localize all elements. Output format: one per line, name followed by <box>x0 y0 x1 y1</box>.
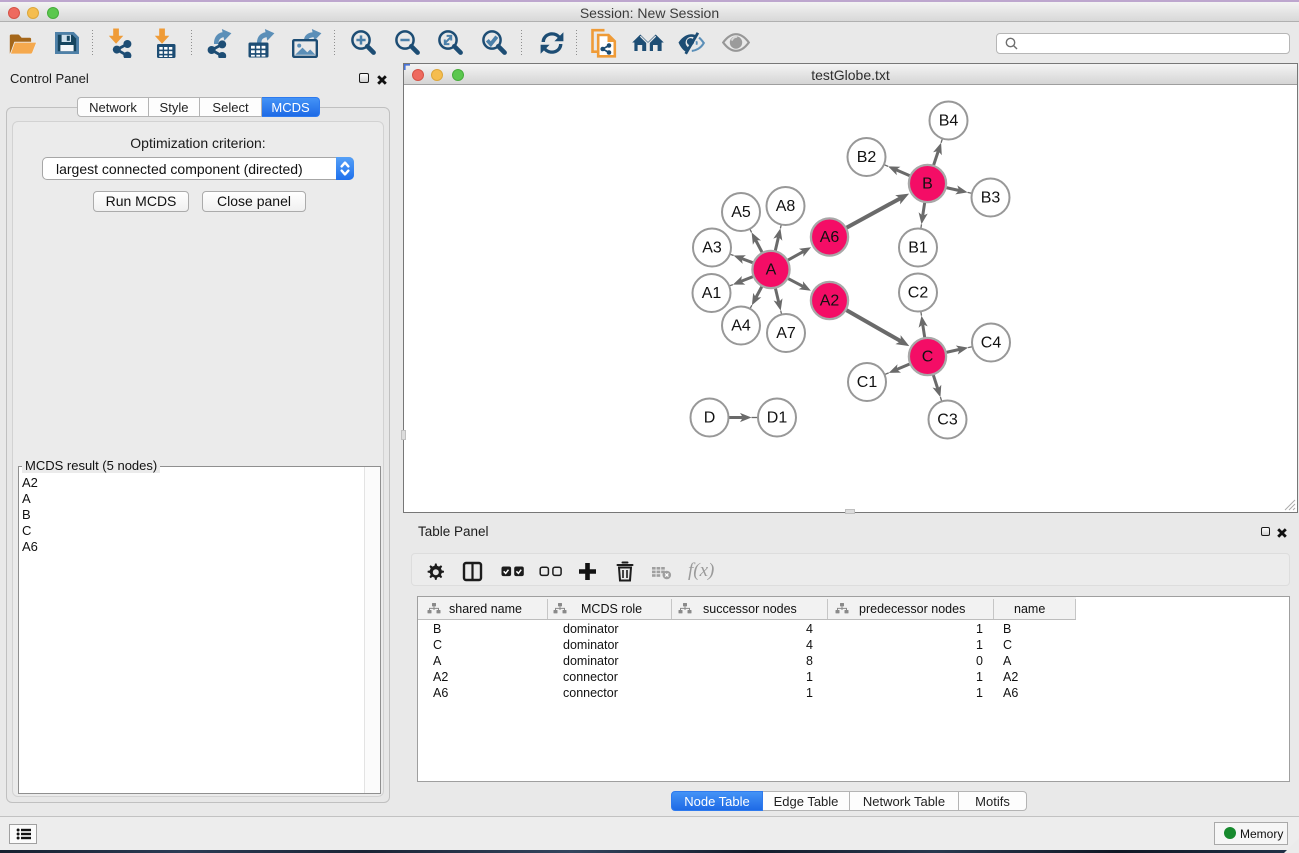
svg-text:A2: A2 <box>820 293 840 310</box>
svg-text:D: D <box>704 410 716 427</box>
svg-text:C1: C1 <box>857 374 878 391</box>
svg-text:A5: A5 <box>731 204 751 221</box>
svg-text:A6: A6 <box>820 229 840 246</box>
svg-text:B1: B1 <box>908 240 928 257</box>
svg-text:B3: B3 <box>981 190 1001 207</box>
svg-text:A1: A1 <box>702 285 722 302</box>
svg-text:B2: B2 <box>857 149 877 166</box>
svg-text:B4: B4 <box>939 113 959 130</box>
svg-text:A8: A8 <box>776 198 796 215</box>
svg-text:C3: C3 <box>937 412 958 429</box>
svg-text:A7: A7 <box>776 325 796 342</box>
svg-text:A4: A4 <box>731 318 751 335</box>
svg-text:C4: C4 <box>981 335 1002 352</box>
svg-text:C2: C2 <box>908 285 929 302</box>
svg-text:A3: A3 <box>702 240 722 257</box>
svg-text:D1: D1 <box>767 410 788 427</box>
svg-text:A: A <box>766 262 777 279</box>
svg-text:C: C <box>922 349 934 366</box>
svg-text:B: B <box>922 176 933 193</box>
